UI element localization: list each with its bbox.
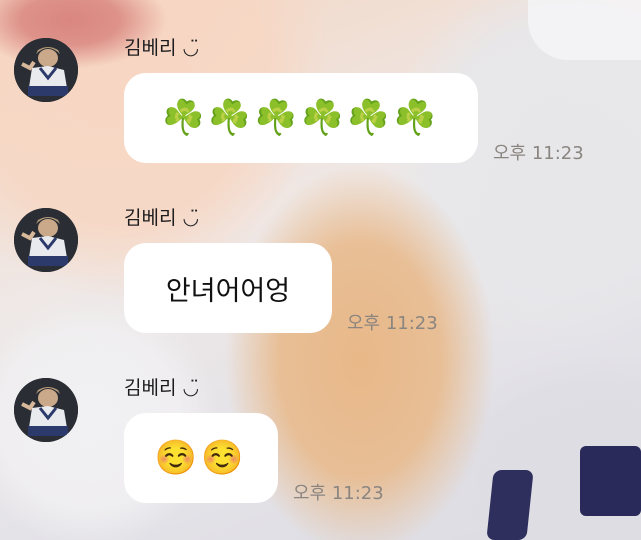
background-highlight bbox=[528, 0, 641, 60]
avatar-photo-icon bbox=[14, 208, 78, 272]
sender-name: 김베리 ◡̈ bbox=[124, 37, 200, 59]
message-timestamp: 오후 11:23 bbox=[493, 143, 584, 164]
background-clothing-patch bbox=[486, 470, 534, 540]
message-timestamp: 오후 11:23 bbox=[293, 483, 384, 504]
message-bubble[interactable]: 안녀어어엉 bbox=[124, 243, 332, 333]
sender-name: 김베리 ◡̈ bbox=[124, 207, 200, 229]
background-clothing-patch bbox=[580, 446, 641, 516]
avatar-photo-icon bbox=[14, 38, 78, 102]
sender-avatar[interactable] bbox=[14, 378, 78, 442]
sender-avatar[interactable] bbox=[14, 38, 78, 102]
message-timestamp: 오후 11:23 bbox=[347, 313, 438, 334]
sender-avatar[interactable] bbox=[14, 208, 78, 272]
avatar-photo-icon bbox=[14, 378, 78, 442]
message-bubble[interactable]: ☺️☺️ bbox=[124, 413, 278, 503]
message-bubble[interactable]: ☘️☘️☘️☘️☘️☘️ bbox=[124, 73, 478, 163]
sender-name: 김베리 ◡̈ bbox=[124, 377, 200, 399]
